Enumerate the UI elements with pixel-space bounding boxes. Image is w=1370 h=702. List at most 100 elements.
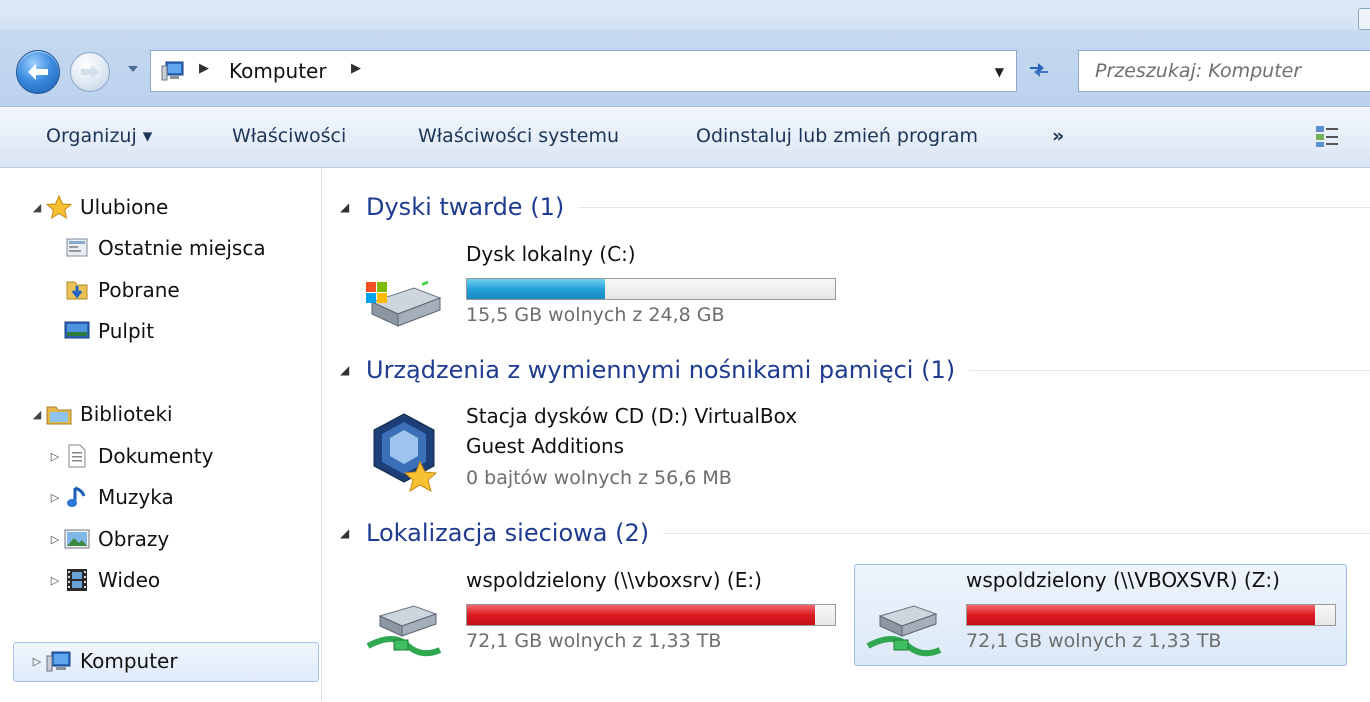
expand-arrow-icon[interactable]: ▷: [46, 450, 64, 463]
address-dropdown-icon[interactable]: ▼: [995, 65, 1004, 79]
search-input[interactable]: [1079, 51, 1357, 91]
drive-free-space: 72,1 GB wolnych z 1,33 TB: [466, 630, 722, 652]
group-header-network[interactable]: ◢ Lokalizacja sieciowa (2): [340, 516, 1370, 550]
organize-button[interactable]: Organizuj ▾: [46, 125, 152, 147]
drive-usage-bar: [466, 604, 836, 626]
drive-item-z[interactable]: wspoldzielony (\\VBOXSVR) (Z:) 72,1 GB w…: [846, 568, 1336, 668]
nav-pictures-label: Obrazy: [98, 527, 170, 551]
back-button[interactable]: [16, 50, 60, 94]
nav-favorites[interactable]: ◢ Ulubione: [28, 190, 168, 224]
history-dropdown-button[interactable]: [127, 63, 139, 75]
pictures-icon: [64, 527, 90, 551]
expand-arrow-icon[interactable]: ▷: [46, 533, 64, 546]
nav-music[interactable]: ▷ Muzyka: [46, 480, 174, 514]
chevron-down-icon: [128, 66, 138, 72]
virtualbox-cd-icon: [373, 413, 438, 493]
breadcrumb-computer[interactable]: Komputer: [229, 59, 327, 83]
drive-free-space: 72,1 GB wolnych z 1,33 TB: [966, 630, 1222, 652]
collapse-arrow-icon[interactable]: ◢: [340, 526, 366, 540]
drive-usage-fill: [967, 605, 1316, 625]
drive-usage-bar: [466, 278, 836, 300]
nav-videos[interactable]: ▷ Wideo: [46, 563, 160, 597]
documents-icon: [64, 444, 90, 468]
drive-usage-fill: [467, 605, 816, 625]
collapse-arrow-icon[interactable]: ◢: [340, 363, 366, 377]
nav-recent-places-label: Ostatnie miejsca: [98, 236, 266, 260]
drive-item-d[interactable]: Stacja dysków CD (D:) VirtualBox Guest A…: [346, 404, 826, 504]
uninstall-program-button[interactable]: Odinstaluj lub zmień program: [696, 125, 978, 147]
drive-usage-bar: [966, 604, 1336, 626]
expand-arrow-icon[interactable]: ▷: [46, 574, 64, 587]
nav-documents[interactable]: ▷ Dokumenty: [46, 439, 214, 473]
nav-favorites-label: Ulubione: [80, 195, 169, 219]
window-corner-button[interactable]: [1358, 8, 1370, 30]
address-bar[interactable]: ▶ Komputer ▶ ▼: [150, 50, 1017, 92]
group-divider: [969, 369, 1370, 371]
group-title: Lokalizacja sieciowa (2): [366, 519, 650, 547]
group-title: Dyski twarde (1): [366, 193, 565, 221]
nav-videos-label: Wideo: [98, 568, 161, 592]
refresh-button[interactable]: [1018, 50, 1060, 90]
music-note-icon: [64, 485, 90, 509]
collapse-arrow-icon[interactable]: ◢: [28, 408, 46, 421]
content-pane: ◢ Dyski twarde (1) Dysk lokalny (C:) 15,…: [322, 168, 1370, 702]
computer-icon: [46, 649, 72, 673]
nav-downloads-label: Pobrane: [98, 278, 180, 302]
change-view-icon[interactable]: [1314, 123, 1340, 149]
drive-name-line1: Stacja dysków CD (D:) VirtualBox: [466, 404, 798, 428]
group-header-hard-disks[interactable]: ◢ Dyski twarde (1): [340, 190, 1370, 224]
hard-drive-windows-icon: [366, 280, 442, 327]
nav-pictures[interactable]: ▷ Obrazy: [46, 522, 169, 556]
refresh-icon: [1030, 63, 1048, 77]
title-strip: [0, 0, 1370, 30]
nav-desktop-label: Pulpit: [98, 319, 155, 343]
nav-music-label: Muzyka: [98, 485, 174, 509]
nav-recent-places[interactable]: Ostatnie miejsca: [46, 231, 266, 265]
expand-arrow-icon[interactable]: ▷: [46, 491, 64, 504]
film-strip-icon: [64, 568, 90, 592]
network-drive-icon: [366, 605, 442, 657]
group-header-removable[interactable]: ◢ Urządzenia z wymiennymi nośnikami pami…: [340, 353, 1370, 387]
search-box[interactable]: [1078, 50, 1370, 92]
arrow-left-icon: [28, 64, 48, 80]
collapse-arrow-icon[interactable]: ◢: [340, 200, 366, 214]
group-divider: [663, 532, 1370, 534]
group-title: Urządzenia z wymiennymi nośnikami pamięc…: [366, 356, 956, 384]
computer-icon: [161, 61, 184, 81]
group-divider: [578, 206, 1370, 208]
drive-usage-fill: [467, 279, 605, 299]
collapse-arrow-icon[interactable]: ◢: [28, 201, 46, 214]
forward-button[interactable]: [70, 52, 110, 92]
recent-places-icon: [64, 236, 90, 260]
nav-computer[interactable]: ▷ Komputer: [28, 644, 178, 678]
drive-free-space: 15,5 GB wolnych z 24,8 GB: [466, 304, 725, 326]
navigation-pane: ◢ Ulubione Ostatnie miejsca Pobrane Pulp…: [0, 168, 322, 702]
downloads-folder-icon: [64, 278, 90, 302]
drive-name-line2: Guest Additions: [466, 434, 625, 458]
nav-computer-label: Komputer: [80, 649, 178, 673]
breadcrumb-separator-icon[interactable]: ▶: [351, 61, 361, 76]
drive-name: Dysk lokalny (C:): [466, 242, 636, 266]
system-properties-button[interactable]: Właściwości systemu: [418, 125, 619, 147]
command-bar: Organizuj ▾ Właściwości Właściwości syst…: [0, 107, 1370, 168]
nav-desktop[interactable]: Pulpit: [46, 314, 154, 348]
network-drive-icon: [866, 605, 942, 657]
expand-arrow-icon[interactable]: ▷: [28, 655, 46, 668]
nav-downloads[interactable]: Pobrane: [46, 273, 180, 307]
window-header: ▶ Komputer ▶ ▼: [0, 0, 1370, 107]
breadcrumb-separator-icon[interactable]: ▶: [199, 61, 209, 76]
drive-item-e[interactable]: wspoldzielony (\\vboxsrv) (E:) 72,1 GB w…: [346, 568, 836, 668]
nav-libraries[interactable]: ◢ Biblioteki: [28, 397, 173, 431]
properties-button[interactable]: Właściwości: [232, 125, 346, 147]
desktop-icon: [64, 319, 90, 343]
drive-item-c[interactable]: Dysk lokalny (C:) 15,5 GB wolnych z 24,8…: [346, 242, 836, 342]
drive-free-space: 0 bajtów wolnych z 56,6 MB: [466, 467, 732, 489]
drive-name: wspoldzielony (\\vboxsrv) (E:): [466, 568, 762, 592]
star-icon: [46, 195, 72, 219]
drive-name: wspoldzielony (\\VBOXSVR) (Z:): [966, 568, 1280, 592]
nav-documents-label: Dokumenty: [98, 444, 214, 468]
arrow-right-icon: [81, 65, 99, 79]
nav-libraries-label: Biblioteki: [80, 402, 173, 426]
libraries-icon: [46, 402, 72, 426]
more-commands-button[interactable]: »: [1052, 125, 1064, 147]
